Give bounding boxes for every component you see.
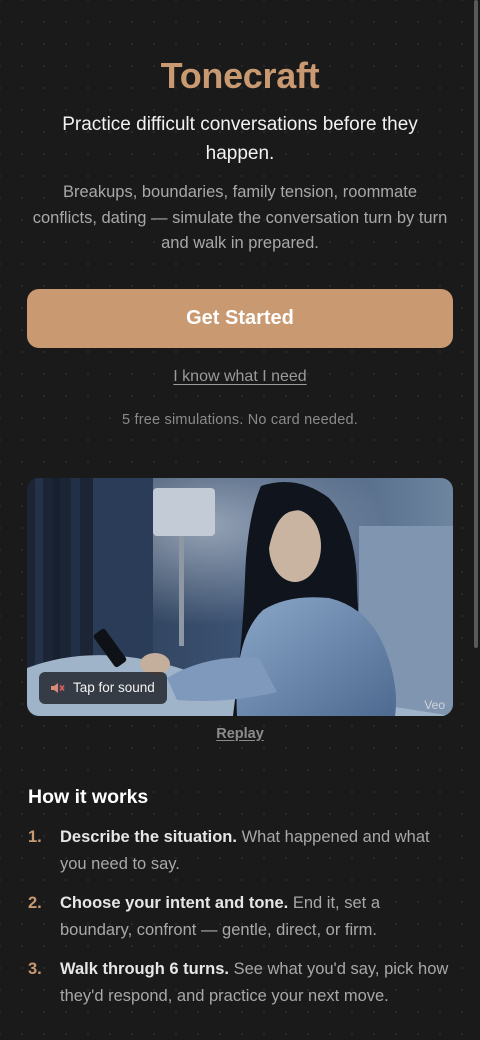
step-title: Choose your intent and tone. bbox=[60, 893, 289, 912]
tagline: Practice difficult conversations before … bbox=[62, 114, 418, 164]
step-item: 3. Walk through 6 turns. See what you'd … bbox=[28, 956, 452, 1010]
how-it-works-section: How it works 1. Describe the situation. … bbox=[0, 784, 480, 1010]
replay-link[interactable]: Replay bbox=[0, 726, 480, 742]
step-text: Choose your intent and tone. End it, set… bbox=[60, 890, 452, 944]
step-title: Walk through 6 turns. bbox=[60, 959, 229, 978]
step-title: Describe the situation. bbox=[60, 827, 237, 846]
muted-speaker-icon bbox=[51, 682, 65, 693]
app-title: Tonecraft bbox=[160, 55, 320, 96]
step-item: 1. Describe the situation. What happened… bbox=[28, 824, 452, 878]
step-text: Walk through 6 turns. See what you'd say… bbox=[60, 956, 452, 1010]
tap-for-sound-button[interactable]: Tap for sound bbox=[39, 671, 167, 704]
step-number: 1. bbox=[28, 827, 42, 846]
step-text: Describe the situation. What happened an… bbox=[60, 824, 452, 878]
step-number: 2. bbox=[28, 893, 42, 912]
demo-video[interactable]: Tap for sound Veo bbox=[27, 477, 453, 716]
step-item: 2. Choose your intent and tone. End it, … bbox=[28, 890, 452, 944]
tap-for-sound-label: Tap for sound bbox=[73, 680, 155, 695]
step-number: 3. bbox=[28, 959, 42, 978]
i-know-what-i-need-link[interactable]: I know what I need bbox=[0, 368, 480, 386]
how-it-works-title: How it works bbox=[28, 785, 149, 808]
veo-badge: Veo bbox=[424, 697, 445, 712]
description: Breakups, boundaries, family tension, ro… bbox=[32, 183, 448, 252]
get-started-button[interactable]: Get Started bbox=[27, 288, 453, 348]
scrollbar[interactable] bbox=[474, 0, 478, 648]
free-simulations-note: 5 free simulations. No card needed. bbox=[122, 411, 358, 428]
hero-section: Tonecraft Practice difficult conversatio… bbox=[0, 0, 480, 257]
